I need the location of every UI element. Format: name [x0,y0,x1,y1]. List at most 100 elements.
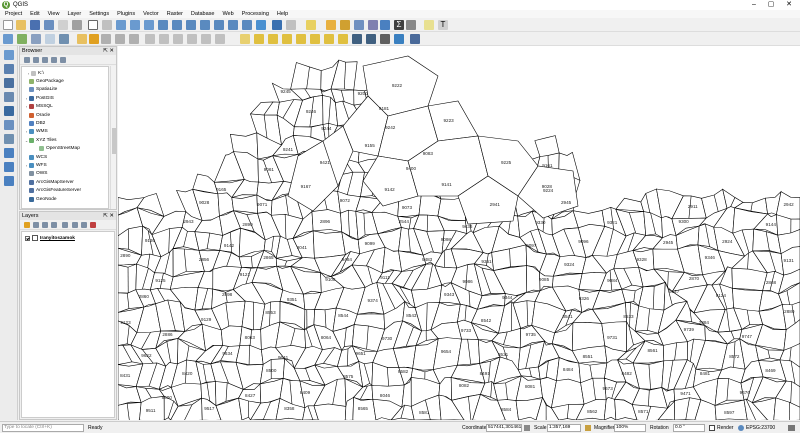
remove-layer-icon[interactable] [90,222,96,228]
add-mesh-layer-icon[interactable] [4,78,14,88]
add-vector-layer-icon[interactable] [4,50,14,60]
new-map-view-icon[interactable] [242,20,252,30]
render-checkbox[interactable] [709,425,715,431]
new-geopackage-layer-icon[interactable] [17,34,27,44]
menu-processing[interactable]: Processing [242,11,269,17]
menu-edit[interactable]: Edit [30,11,39,17]
pan-to-selection-icon[interactable] [102,20,112,30]
browser-panel-controls[interactable]: ⇱ ✕ [103,47,114,55]
identify-icon[interactable] [272,20,282,30]
minimize-button[interactable]: – [745,0,763,10]
field-calculator-icon[interactable] [368,20,378,30]
vertex-tool-icon[interactable] [129,34,139,44]
browser-item[interactable]: SpatiaLite [24,86,57,94]
zoom-out-icon[interactable] [130,20,140,30]
metasearch-icon[interactable] [352,34,362,44]
zoom-full-icon[interactable] [158,20,168,30]
add-virtual-layer-icon[interactable] [4,134,14,144]
layout-manager-icon[interactable] [72,20,82,30]
browser-item[interactable]: GeoNode [24,195,57,203]
filter-icon[interactable] [42,57,48,63]
menu-vector[interactable]: Vector [143,11,159,17]
browser-item[interactable]: DB2 [24,119,45,127]
zoom-selection-icon[interactable] [172,20,182,30]
browser-item[interactable]: › WFS [24,161,47,169]
coordinate-field[interactable]: 517441,301461 [486,424,522,432]
undo-icon[interactable] [201,34,211,44]
map-canvas[interactable]: 9224 9225 9223 9222 9245 9200 9246 9181 9244 9242… [118,46,800,420]
filter-legend-icon[interactable] [51,222,57,228]
browser-item[interactable]: ArcGisMapServer [24,178,74,186]
add-wcs-icon[interactable] [4,162,14,172]
cut-features-icon[interactable] [159,34,169,44]
layer-row[interactable]: Iranyitoszamok [25,234,75,242]
manage-visibility-icon[interactable] [42,222,48,228]
open-project-icon[interactable] [16,20,26,30]
data-source-manager-icon[interactable] [3,34,13,44]
globe-icon[interactable] [380,34,390,44]
save-edits-icon[interactable] [101,34,111,44]
crs-status[interactable]: EPSG:23700 [746,424,775,432]
browser-item[interactable]: › PostGIS [24,94,54,102]
copy-features-icon[interactable] [173,34,183,44]
select-by-expression-icon[interactable] [340,20,350,30]
rotation-spinbox[interactable]: 0.0 ° [673,424,705,432]
label-toolbar-icon[interactable] [240,34,250,44]
toggle-editing-icon[interactable] [89,34,99,44]
new-shapefile-layer-icon[interactable] [31,34,41,44]
scale-combobox[interactable]: 1:357,169 [547,424,581,432]
processing-toolbox-icon[interactable] [380,20,390,30]
browser-item[interactable]: ⌄ XYZ Tiles [24,136,57,144]
add-group-icon[interactable] [33,222,39,228]
browser-item[interactable]: › K:\ [26,69,44,77]
zoom-native-icon[interactable] [200,20,210,30]
maximize-button[interactable]: ▢ [762,0,780,10]
open-layer-styling-icon[interactable] [24,222,30,228]
new-virtual-layer-icon[interactable] [59,34,69,44]
lock-scale-icon[interactable] [585,425,591,431]
paste-features-icon[interactable] [187,34,197,44]
book-icon[interactable] [410,34,420,44]
properties-icon[interactable] [60,57,66,63]
add-feature-icon[interactable] [115,34,125,44]
pin-labels-icon[interactable] [282,34,292,44]
browser-item[interactable]: OpenStreetMap [34,145,80,153]
messages-icon[interactable] [788,425,795,431]
add-wms-icon[interactable] [4,148,14,158]
crs-globe-icon[interactable] [738,425,744,431]
add-selected-layers-icon[interactable] [24,57,30,63]
browser-scrollbar[interactable] [110,66,116,209]
menu-database[interactable]: Database [191,11,215,17]
attribute-table-icon[interactable] [354,20,364,30]
menu-help[interactable]: Help [277,11,288,17]
layers-panel-controls[interactable]: ⇱ ✕ [103,212,114,220]
collapse-all-icon[interactable] [51,57,57,63]
refresh-icon[interactable] [33,57,39,63]
new-project-icon[interactable] [3,20,13,30]
python-console-icon[interactable] [366,34,376,44]
save-as-icon[interactable] [44,20,54,30]
filter-by-expression-icon[interactable] [62,222,68,228]
zoom-rubberband-icon[interactable] [144,20,154,30]
menu-web[interactable]: Web [222,11,233,17]
zoom-in-icon[interactable] [116,20,126,30]
print-layout-icon[interactable] [58,20,68,30]
current-edits-icon[interactable] [77,34,87,44]
add-spatialite-icon[interactable] [4,120,14,130]
browser-item[interactable]: › MSSQL [24,103,53,111]
redo-icon[interactable] [215,34,225,44]
toggle-extents-icon[interactable] [524,425,530,431]
locator-search-input[interactable]: Type to locate (Ctrl+K) [2,424,84,432]
browser-item[interactable]: GeoPackage [24,77,64,85]
menu-raster[interactable]: Raster [167,11,183,17]
statistics-sigma-icon[interactable]: Σ [394,20,404,30]
expand-all-icon[interactable] [72,222,78,228]
measure-icon[interactable] [406,20,416,30]
add-delimited-text-icon[interactable] [4,92,14,102]
save-project-icon[interactable] [30,20,40,30]
close-button[interactable]: ✕ [780,0,798,10]
rotate-label-icon[interactable] [324,34,334,44]
delete-selected-icon[interactable] [145,34,155,44]
show-hide-labels-icon[interactable] [296,34,306,44]
magnifier-spinbox[interactable]: 100% [614,424,646,432]
